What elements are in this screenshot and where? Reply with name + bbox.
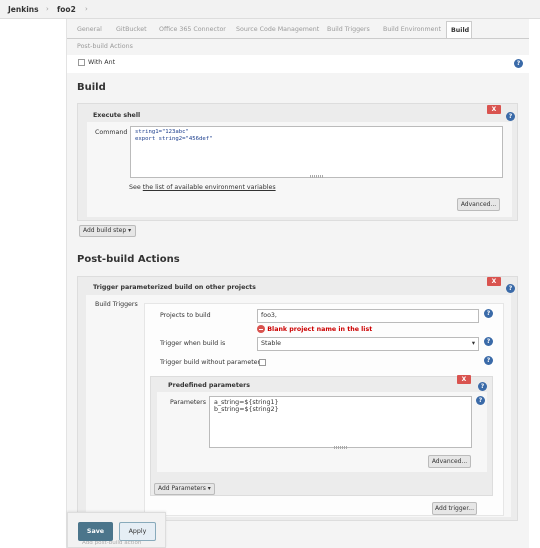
add-parameters-label: Add Parameters: [158, 485, 206, 492]
resize-handle[interactable]: [310, 175, 324, 178]
tab-build-triggers[interactable]: Build Triggers: [323, 21, 374, 39]
command-label: Command: [95, 129, 128, 136]
chevron-down-icon: ▾: [207, 485, 211, 492]
delete-parameters-button[interactable]: X: [457, 375, 471, 384]
command-textarea[interactable]: string1="123abc" export string2="456def": [130, 126, 503, 178]
chevron-down-icon: ▾: [128, 227, 132, 234]
resize-handle[interactable]: [334, 446, 348, 449]
env-vars-link[interactable]: the list of available environment variab…: [143, 184, 276, 191]
delete-action-button[interactable]: X: [487, 277, 501, 286]
tab-build-environment[interactable]: Build Environment: [379, 21, 445, 39]
help-icon[interactable]: ?: [484, 337, 493, 346]
help-icon[interactable]: ?: [478, 382, 487, 391]
error-text: Blank project name in the list: [267, 326, 373, 333]
help-icon[interactable]: ?: [506, 284, 515, 293]
projects-input[interactable]: foo3,: [257, 309, 479, 323]
add-build-step-label: Add build step: [83, 227, 127, 234]
tab-source-code-management[interactable]: Source Code Management: [232, 21, 323, 39]
trigger-when-value: Stable: [261, 340, 281, 347]
help-icon[interactable]: ?: [484, 356, 493, 365]
env-vars-text: See the list of available environment va…: [129, 184, 276, 191]
with-ant-checkbox[interactable]: [78, 59, 85, 66]
breadcrumb-bar: [0, 0, 540, 19]
apply-button[interactable]: Apply: [119, 522, 156, 541]
predefined-parameters-title: Predefined parameters: [168, 382, 250, 389]
build-triggers-label: Build Triggers: [95, 301, 138, 308]
help-icon[interactable]: ?: [476, 396, 485, 405]
left-sidebar: [0, 19, 67, 548]
chevron-down-icon: ▾: [471, 340, 475, 347]
tab-gitbucket[interactable]: GitBucket: [112, 21, 151, 39]
build-section-title: Build: [77, 82, 106, 93]
tab-general[interactable]: General: [73, 21, 106, 39]
add-parameters-button[interactable]: Add Parameters ▾: [154, 483, 215, 495]
add-build-step-button[interactable]: Add build step ▾: [79, 225, 136, 237]
parameters-textarea[interactable]: a_string=${string1} b_string=${string2}: [209, 396, 472, 448]
advanced-button[interactable]: Advanced...: [457, 198, 500, 211]
trigger-title: Trigger parameterized build on other pro…: [93, 284, 256, 291]
tab-build[interactable]: Build: [446, 21, 472, 39]
trigger-when-label: Trigger when build is: [160, 340, 226, 347]
build-environment-tail: [67, 55, 529, 73]
trigger-when-select[interactable]: Stable ▾: [257, 337, 479, 351]
without-params-checkbox[interactable]: [259, 359, 266, 366]
see-prefix: See: [129, 184, 143, 191]
save-button[interactable]: Save: [78, 522, 113, 541]
delete-step-button[interactable]: X: [487, 105, 501, 114]
without-params-label: Trigger build without parameters: [160, 359, 264, 366]
breadcrumb-separator: ›: [85, 5, 88, 13]
with-ant-label: With Ant: [88, 59, 116, 66]
step-title: Execute shell: [93, 112, 141, 119]
post-build-section-title: Post-build Actions: [77, 254, 180, 265]
tab-post-build-actions[interactable]: Post-build Actions: [73, 38, 137, 56]
help-icon[interactable]: ?: [484, 309, 493, 318]
breadcrumb-job[interactable]: foo2: [57, 5, 76, 14]
help-icon[interactable]: ?: [506, 112, 515, 121]
tab-office-365-connector[interactable]: Office 365 Connector: [155, 21, 230, 39]
help-icon[interactable]: ?: [514, 59, 523, 68]
breadcrumb-jenkins[interactable]: Jenkins: [8, 5, 39, 14]
parameters-label: Parameters: [170, 399, 207, 406]
add-trigger-button[interactable]: Add trigger...: [432, 502, 477, 515]
advanced-button[interactable]: Advanced...: [428, 455, 471, 468]
breadcrumb-separator: ›: [46, 5, 49, 13]
error-icon: [257, 325, 265, 333]
projects-error: Blank project name in the list: [257, 325, 372, 333]
projects-label: Projects to build: [160, 312, 211, 319]
